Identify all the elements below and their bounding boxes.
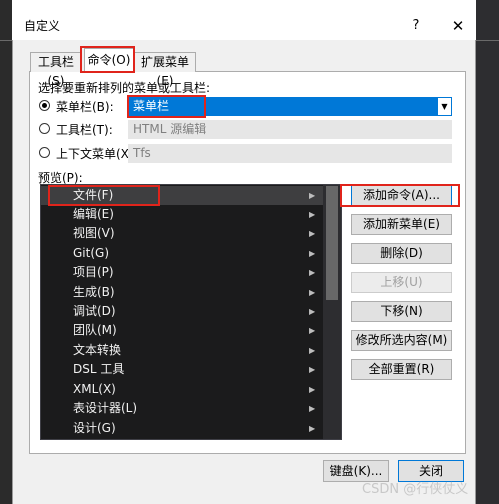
menubar-radio-label: 菜单栏(B): — [56, 100, 114, 114]
menu-item-project[interactable]: 项目(P) ▶ — [41, 263, 323, 282]
list-item-label: 表设计器(L) — [73, 401, 138, 415]
menu-item-build[interactable]: 生成(B) ▶ — [41, 283, 323, 302]
list-item-label: XML(X) — [73, 382, 116, 396]
toolbar-radio-label: 工具栏(T): — [56, 123, 113, 137]
scrollbar-thumb[interactable] — [326, 186, 338, 300]
chevron-down-icon[interactable]: ▼ — [438, 98, 451, 115]
chevron-right-icon: ▶ — [309, 346, 316, 355]
list-item-label: 文本转换 — [73, 343, 122, 357]
annotation-box — [80, 46, 135, 73]
menu-item-debug[interactable]: 调试(D) ▶ — [41, 302, 323, 321]
chevron-right-icon: ▶ — [309, 365, 316, 374]
list-item-label: 团队(M) — [73, 323, 117, 337]
chevron-right-icon: ▶ — [309, 210, 316, 219]
menu-item-git[interactable]: Git(G) ▶ — [41, 244, 323, 263]
move-up-button[interactable]: 上移(U) — [351, 272, 452, 293]
menubar-radio[interactable] — [39, 100, 50, 111]
dialog-title: 自定义 — [24, 19, 61, 33]
menu-item-dsl-tools[interactable]: DSL 工具 ▶ — [41, 360, 323, 379]
tab-toolbars[interactable]: 工具栏(S) — [30, 52, 82, 88]
chevron-right-icon: ▶ — [309, 229, 316, 238]
menu-item-design[interactable]: 设计(G) ▶ — [41, 419, 323, 438]
annotation-box — [48, 185, 160, 206]
context-menu-dropdown-value: Tfs — [133, 146, 151, 160]
background-divider — [0, 40, 12, 41]
modify-selection-button[interactable]: 修改所选内容(M) — [351, 330, 452, 351]
menu-item-table-designer[interactable]: 表设计器(L) ▶ — [41, 399, 323, 418]
background-left — [0, 0, 12, 504]
help-button[interactable]: ? — [402, 12, 430, 40]
chevron-right-icon: ▶ — [309, 268, 316, 277]
toolbar-radio[interactable] — [39, 123, 50, 134]
menu-item-team[interactable]: 团队(M) ▶ — [41, 321, 323, 340]
chevron-right-icon: ▶ — [309, 404, 316, 413]
chevron-right-icon: ▶ — [309, 288, 316, 297]
add-new-menu-button[interactable]: 添加新菜单(E) — [351, 214, 452, 235]
list-item-label: 编辑(E) — [73, 207, 114, 221]
select-label: 选择要重新排列的菜单或工具栏: — [38, 81, 211, 95]
context-menu-radio-label: 上下文菜单(X): — [56, 147, 138, 161]
delete-button[interactable]: 删除(D) — [351, 243, 452, 264]
chevron-right-icon: ▶ — [309, 191, 316, 200]
close-icon[interactable]: ✕ — [444, 12, 472, 40]
toolbar-dropdown: HTML 源编辑 — [128, 120, 452, 139]
chevron-right-icon: ▶ — [309, 307, 316, 316]
list-item-label: 设计(G) — [73, 421, 116, 435]
menu-item-xml[interactable]: XML(X) ▶ — [41, 380, 323, 399]
chevron-right-icon: ▶ — [309, 385, 316, 394]
chevron-right-icon: ▶ — [309, 249, 316, 258]
tab-extension-menus[interactable]: 扩展菜单(E) — [134, 52, 196, 88]
context-menu-radio[interactable] — [39, 147, 50, 158]
annotation-box — [127, 95, 206, 118]
chevron-right-icon: ▶ — [309, 424, 316, 433]
list-item-label: Git(G) — [73, 246, 109, 260]
reset-all-button[interactable]: 全部重置(R) — [351, 359, 452, 380]
background-right — [476, 0, 499, 504]
list-item-label: 项目(P) — [73, 265, 114, 279]
chevron-right-icon: ▶ — [309, 326, 316, 335]
list-item-label: DSL 工具 — [73, 362, 125, 376]
toolbar-dropdown-value: HTML 源编辑 — [133, 122, 207, 136]
move-down-button[interactable]: 下移(N) — [351, 301, 452, 322]
menu-item-edit[interactable]: 编辑(E) ▶ — [41, 205, 323, 224]
list-item-label: 视图(V) — [73, 226, 115, 240]
menu-preview-list: 文件(F) ▶ 编辑(E) ▶ 视图(V) ▶ Git(G) ▶ 项目(P) ▶ 生成(B… — [40, 184, 342, 440]
annotation-box — [340, 184, 460, 207]
background-divider — [476, 40, 499, 41]
context-menu-dropdown: Tfs — [128, 144, 452, 163]
menu-item-view[interactable]: 视图(V) ▶ — [41, 224, 323, 243]
list-item-label: 生成(B) — [73, 285, 115, 299]
menu-item-text-transform[interactable]: 文本转换 ▶ — [41, 341, 323, 360]
list-item-label: 调试(D) — [73, 304, 116, 318]
watermark: CSDN @行侠仗义 — [362, 482, 469, 497]
